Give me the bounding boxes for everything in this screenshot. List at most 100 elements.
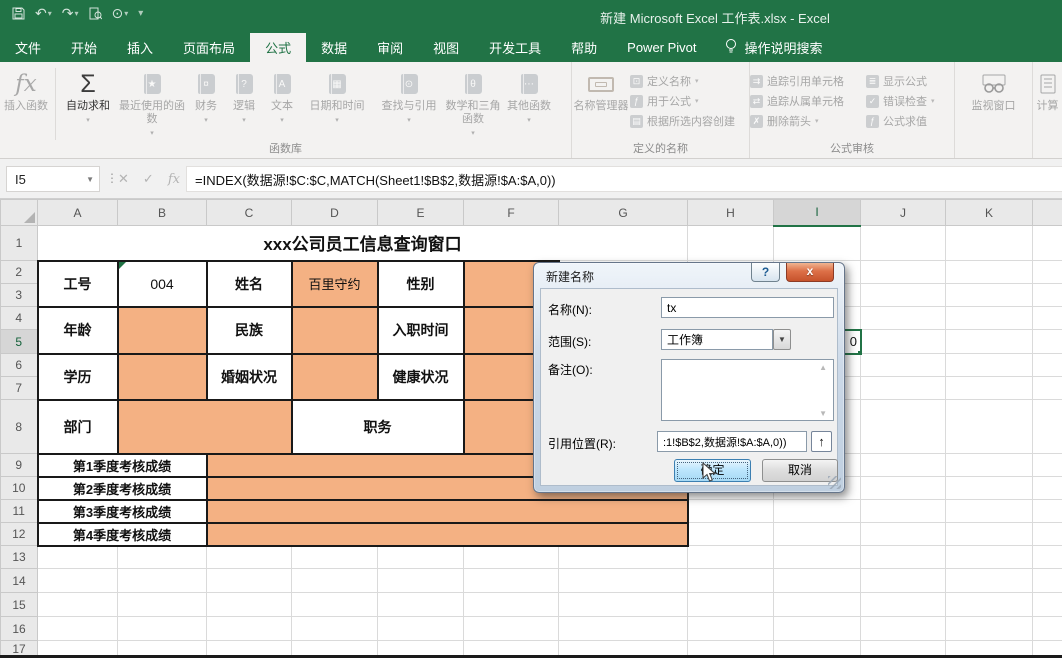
col-header-E[interactable]: E	[378, 200, 464, 226]
remove-arrows-button[interactable]: ✗ 删除箭头▾	[750, 111, 866, 131]
cancel-button[interactable]: 取消	[762, 459, 838, 482]
scroll-down-icon[interactable]: ▼	[819, 409, 827, 418]
cell-xingming-label[interactable]: 姓名	[207, 261, 292, 307]
tab-home[interactable]: 开始	[56, 33, 112, 62]
row-header-15[interactable]: 15	[1, 593, 38, 617]
cell-xingming-value[interactable]: 百里守约	[292, 261, 378, 307]
tab-view[interactable]: 视图	[418, 33, 474, 62]
cell-gonghao-value[interactable]: 004	[118, 261, 207, 307]
evaluate-formula-button[interactable]: ƒ 公式求值	[866, 111, 935, 131]
col-header-L-partial[interactable]	[1033, 200, 1062, 226]
enter-entry-icon[interactable]: ✓	[143, 171, 154, 187]
cell-xueli-label[interactable]: 学历	[38, 354, 118, 400]
tab-data[interactable]: 数据	[306, 33, 362, 62]
tell-me-search[interactable]: 操作说明搜索	[712, 33, 835, 62]
tab-power-pivot[interactable]: Power Pivot	[612, 33, 711, 62]
cell-jiankang-label[interactable]: 健康状况	[378, 354, 464, 400]
col-header-F[interactable]: F	[464, 200, 559, 226]
col-header-C[interactable]: C	[207, 200, 292, 226]
tab-formulas[interactable]: 公式	[250, 33, 306, 62]
insert-function-button[interactable]: fx 插入函数	[0, 66, 52, 113]
error-checking-button[interactable]: ✓ 错误检查▾	[866, 91, 935, 111]
name-box[interactable]: I5 ▼	[6, 166, 100, 192]
print-preview-icon[interactable]	[89, 7, 102, 20]
col-header-J[interactable]: J	[861, 200, 946, 226]
cell-minzu-label[interactable]: 民族	[207, 307, 292, 354]
undo-icon[interactable]: ↶▾	[35, 5, 52, 22]
redo-icon[interactable]: ↷▾	[62, 5, 79, 22]
tab-review[interactable]: 审阅	[362, 33, 418, 62]
row-header-13[interactable]: 13	[1, 546, 38, 569]
col-header-H[interactable]: H	[688, 200, 774, 226]
cell-quarter4-value[interactable]	[207, 523, 688, 546]
define-name-button[interactable]: ⊡ 定义名称▾	[630, 71, 735, 91]
sheet-title-cell[interactable]: xxx公司员工信息查询窗口	[38, 226, 688, 261]
name-box-dropdown-icon[interactable]: ▼	[86, 175, 99, 184]
cell-xueli-value[interactable]	[118, 354, 207, 400]
scope-dropdown-icon[interactable]: ▼	[773, 329, 791, 350]
row-header-1[interactable]: 1	[1, 226, 38, 261]
cell-hunyin-value[interactable]	[292, 354, 378, 400]
autosum-button[interactable]: Σ 自动求和▾	[59, 66, 117, 127]
touch-mode-icon[interactable]: ⊙▾	[112, 5, 129, 22]
tab-insert[interactable]: 插入	[112, 33, 168, 62]
col-header-B[interactable]: B	[118, 200, 207, 226]
logical-button[interactable]: ? 逻辑▾	[225, 66, 263, 127]
financial-button[interactable]: ¤ 财务▾	[187, 66, 225, 127]
row-header-2[interactable]: 2	[1, 261, 38, 284]
row-header-5[interactable]: 5	[1, 330, 38, 354]
scroll-up-icon[interactable]: ▲	[819, 363, 827, 372]
calculation-options-button[interactable]: 计算	[1033, 66, 1062, 113]
math-trig-button[interactable]: θ 数学和三角函数▾	[445, 66, 501, 140]
row-header-3[interactable]: 3	[1, 284, 38, 307]
use-in-formula-button[interactable]: ƒ 用于公式▾	[630, 91, 735, 111]
row-header-9[interactable]: 9	[1, 454, 38, 477]
name-manager-button[interactable]: 名称管理器	[572, 66, 630, 113]
text-button[interactable]: A 文本▾	[263, 66, 301, 127]
row-header-7[interactable]: 7	[1, 377, 38, 400]
cell-bumen-value[interactable]	[118, 400, 292, 454]
cell-quarter3-label[interactable]: 第3季度考核成绩	[38, 500, 207, 523]
tab-help[interactable]: 帮助	[556, 33, 612, 62]
scope-select[interactable]: 工作簿	[661, 329, 773, 350]
col-header-G[interactable]: G	[559, 200, 688, 226]
formula-input[interactable]: =INDEX(数据源!$C:$C,MATCH(Sheet1!$B$2,数据源!$…	[186, 166, 1062, 192]
select-all-corner[interactable]	[1, 200, 38, 226]
col-header-D[interactable]: D	[292, 200, 378, 226]
row-header-8[interactable]: 8	[1, 400, 38, 454]
tab-file[interactable]: 文件	[0, 33, 56, 62]
watch-window-button[interactable]: 监视窗口	[962, 66, 1026, 113]
create-from-selection-button[interactable]: ▤ 根据所选内容创建	[630, 111, 735, 131]
date-time-button[interactable]: ▦ 日期和时间▾	[301, 66, 373, 127]
trace-precedents-button[interactable]: ⇉ 追踪引用单元格	[750, 71, 866, 91]
cell-ruzhi-label[interactable]: 入职时间	[378, 307, 464, 354]
cell-zhiwu-label[interactable]: 职务	[292, 400, 464, 454]
row-header-11[interactable]: 11	[1, 500, 38, 523]
dialog-help-button[interactable]: ?	[751, 263, 780, 282]
cancel-entry-icon[interactable]: ✕	[118, 171, 129, 187]
cell-bumen-label[interactable]: 部门	[38, 400, 118, 454]
fill-handle[interactable]	[857, 350, 861, 354]
cell-minzu-value[interactable]	[292, 307, 378, 354]
cell-quarter4-label[interactable]: 第4季度考核成绩	[38, 523, 207, 546]
col-header-K[interactable]: K	[946, 200, 1033, 226]
cell-xingbie-label[interactable]: 性别	[378, 261, 464, 307]
cell-quarter1-label[interactable]: 第1季度考核成绩	[38, 454, 207, 477]
cell-quarter3-value[interactable]	[207, 500, 688, 523]
row-header-16[interactable]: 16	[1, 617, 38, 641]
resize-grip[interactable]	[828, 476, 841, 489]
tab-page-layout[interactable]: 页面布局	[168, 33, 250, 62]
row-header-4[interactable]: 4	[1, 307, 38, 330]
insert-function-fx-icon[interactable]: fx	[168, 172, 180, 187]
show-formulas-button[interactable]: ≣ 显示公式	[866, 71, 935, 91]
dialog-close-button[interactable]: x	[786, 263, 834, 282]
row-header-6[interactable]: 6	[1, 354, 38, 377]
save-icon[interactable]	[12, 7, 25, 20]
recent-functions-button[interactable]: ★ 最近使用的函数▾	[117, 66, 187, 140]
name-input[interactable]: tx	[661, 297, 834, 318]
cell-gonghao-label[interactable]: 工号	[38, 261, 118, 307]
lookup-reference-button[interactable]: ⊙ 查找与引用▾	[373, 66, 445, 127]
row-header-12[interactable]: 12	[1, 523, 38, 546]
cell-quarter2-label[interactable]: 第2季度考核成绩	[38, 477, 207, 500]
row-header-14[interactable]: 14	[1, 569, 38, 593]
